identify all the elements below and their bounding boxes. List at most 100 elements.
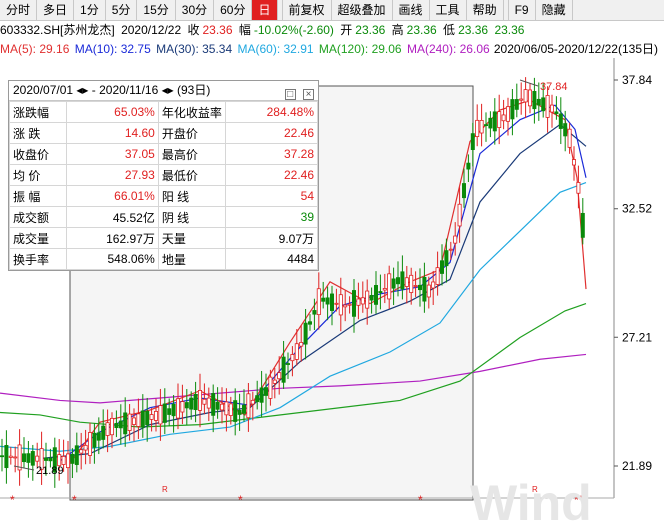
stats-label: 收盘价 (9, 143, 67, 165)
candle-body (488, 117, 493, 129)
candle-body (541, 97, 546, 112)
candle-body (26, 453, 31, 463)
candle-body (373, 285, 378, 305)
candle-body (325, 297, 330, 305)
candle-body (237, 409, 242, 415)
interval-stats-panel[interactable]: 2020/07/01 ◂▸ - 2020/11/16 ◂▸ (93日) □ × … (8, 80, 319, 271)
candle-body (532, 90, 537, 110)
candle-body (497, 111, 502, 128)
candle-body (444, 250, 449, 267)
stats-range-text: 2020/07/01 ◂▸ - 2020/11/16 ◂▸ (93日) (13, 83, 211, 97)
candle-body (572, 159, 577, 166)
stats-label: 成交量 (9, 227, 67, 249)
candle-body (457, 203, 462, 227)
candle-body (92, 432, 97, 448)
period-tab-5[interactable]: 30分 (176, 0, 215, 20)
change-value: -10.02%(-2.60) (253, 23, 334, 37)
open-value: 23.36 (355, 23, 386, 37)
candle-body (259, 387, 264, 403)
candle-body (44, 457, 49, 461)
restore-icon[interactable]: □ (284, 89, 296, 100)
candle-body (263, 387, 268, 396)
stats-label: 涨跌幅 (9, 101, 67, 123)
event-marker: R (162, 485, 168, 494)
event-marker: * (10, 493, 15, 507)
stats-label: 振 幅 (9, 185, 67, 207)
stats-value: 65.03% (65, 101, 159, 123)
period-tab-13[interactable]: F9 (509, 0, 536, 20)
candle-body (299, 342, 304, 347)
period-tab-2[interactable]: 1分 (74, 0, 106, 20)
stats-label: 成交额 (9, 206, 67, 228)
candle-body (105, 422, 110, 436)
candle-body (321, 297, 326, 302)
candle-body (193, 393, 198, 411)
change-label: 幅 (238, 23, 251, 37)
candle-body (356, 298, 361, 306)
period-tab-9[interactable]: 超级叠加 (332, 0, 393, 20)
candle-body (501, 114, 506, 122)
stats-row: 换手率 548.06% 地量 4484 (9, 248, 319, 270)
candle-body (127, 413, 132, 431)
period-tab-6[interactable]: 60分 (214, 0, 253, 20)
stats-label: 开盘价 (157, 122, 226, 144)
candle-body (409, 274, 414, 293)
candle-body (277, 372, 282, 380)
period-tab-0[interactable]: 分时 (0, 0, 38, 20)
candle-body (453, 235, 458, 244)
period-tab-3[interactable]: 5分 (106, 0, 138, 20)
period-tab-7[interactable]: 日 (252, 0, 278, 20)
candle-body (550, 104, 555, 113)
close-label: 收 (187, 23, 200, 37)
period-tab-12[interactable]: 帮助 (467, 0, 504, 20)
candle-body (378, 291, 383, 294)
candle-body (0, 455, 4, 458)
candle-body (211, 393, 216, 416)
candle-body (334, 302, 339, 305)
candle-body (479, 119, 484, 134)
period-tab-4[interactable]: 15分 (137, 0, 176, 20)
candle-body (153, 410, 158, 421)
stats-label: 天量 (157, 227, 226, 249)
candle-body (417, 284, 422, 291)
period-tab-11[interactable]: 工具 (430, 0, 467, 20)
period-tab-14[interactable]: 隐藏 (536, 0, 573, 20)
candle-body (88, 432, 93, 456)
candle-body (519, 98, 524, 101)
candle-body (13, 456, 18, 459)
stats-row: 涨 跌 14.60 开盘价 22.46 (9, 122, 319, 144)
candle-body (202, 398, 207, 405)
period-tab-1[interactable]: 多日 (37, 0, 75, 20)
candle-body (404, 277, 409, 287)
stats-value: 22.46 (224, 164, 319, 186)
candle-body (184, 402, 189, 409)
candle-body (303, 322, 308, 345)
candle-body (492, 111, 497, 132)
ma240-label: MA(240): 26.06 (406, 42, 490, 56)
stats-label: 换手率 (9, 248, 67, 270)
period-tab-8[interactable]: 前复权 (283, 0, 332, 20)
low-label: 低 (443, 23, 456, 37)
period-tab-10[interactable]: 画线 (393, 0, 430, 20)
candle-body (255, 395, 260, 403)
candle-body (536, 98, 541, 106)
stats-label: 地量 (157, 248, 226, 270)
close-value: 23.36 (202, 23, 233, 37)
candle-body (197, 390, 202, 411)
candle-body (206, 397, 211, 409)
extra-value: 23.36 (494, 23, 525, 37)
candle-body (439, 260, 444, 274)
candle-body (360, 297, 365, 305)
stats-label: 均 价 (9, 164, 67, 186)
candle-body (576, 182, 581, 194)
stats-value: 37.05 (65, 143, 159, 165)
candle-body (470, 133, 475, 150)
candle-body (96, 432, 101, 441)
close-icon[interactable]: × (303, 89, 314, 100)
stats-value: 54 (224, 185, 319, 207)
candle-body (391, 278, 396, 289)
candle-body (162, 403, 167, 423)
stats-value: 162.97万 (65, 227, 159, 249)
stats-row: 收盘价 37.05 最高价 37.28 (9, 143, 319, 165)
candle-body (74, 445, 79, 465)
